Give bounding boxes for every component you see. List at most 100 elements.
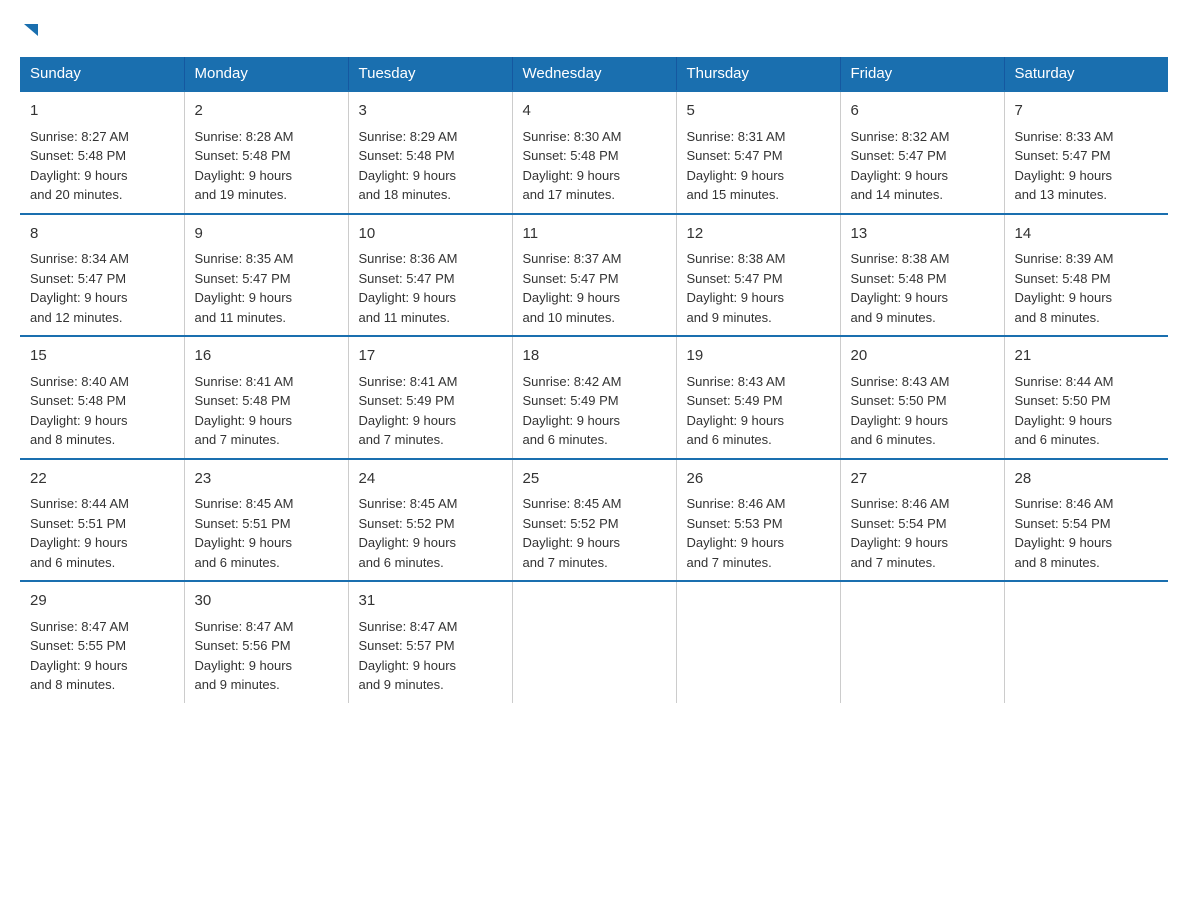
sunset-info: Sunset: 5:48 PM bbox=[30, 146, 174, 166]
daylight-minutes: and 6 minutes. bbox=[523, 430, 666, 450]
sunset-info: Sunset: 5:48 PM bbox=[30, 391, 174, 411]
sunrise-info: Sunrise: 8:46 AM bbox=[1015, 494, 1159, 514]
sunrise-info: Sunrise: 8:44 AM bbox=[30, 494, 174, 514]
daylight-info: Daylight: 9 hours bbox=[687, 288, 830, 308]
day-number: 26 bbox=[687, 468, 830, 491]
calendar-cell: 13Sunrise: 8:38 AMSunset: 5:48 PMDayligh… bbox=[840, 214, 1004, 337]
calendar-cell: 24Sunrise: 8:45 AMSunset: 5:52 PMDayligh… bbox=[348, 459, 512, 582]
calendar-cell: 7Sunrise: 8:33 AMSunset: 5:47 PMDaylight… bbox=[1004, 91, 1168, 214]
sunrise-info: Sunrise: 8:37 AM bbox=[523, 249, 666, 269]
sunrise-info: Sunrise: 8:33 AM bbox=[1015, 127, 1159, 147]
calendar-cell bbox=[840, 581, 1004, 703]
daylight-info: Daylight: 9 hours bbox=[851, 533, 994, 553]
weekday-header-monday: Monday bbox=[184, 57, 348, 91]
day-number: 25 bbox=[523, 468, 666, 491]
daylight-info: Daylight: 9 hours bbox=[195, 656, 338, 676]
calendar-cell: 23Sunrise: 8:45 AMSunset: 5:51 PMDayligh… bbox=[184, 459, 348, 582]
calendar-week-row: 15Sunrise: 8:40 AMSunset: 5:48 PMDayligh… bbox=[20, 336, 1168, 459]
daylight-info: Daylight: 9 hours bbox=[30, 656, 174, 676]
daylight-minutes: and 8 minutes. bbox=[30, 430, 174, 450]
daylight-info: Daylight: 9 hours bbox=[359, 411, 502, 431]
sunrise-info: Sunrise: 8:47 AM bbox=[30, 617, 174, 637]
calendar-cell: 8Sunrise: 8:34 AMSunset: 5:47 PMDaylight… bbox=[20, 214, 184, 337]
calendar-cell: 20Sunrise: 8:43 AMSunset: 5:50 PMDayligh… bbox=[840, 336, 1004, 459]
page-header bbox=[20, 20, 1168, 47]
daylight-info: Daylight: 9 hours bbox=[1015, 288, 1159, 308]
day-number: 4 bbox=[523, 100, 666, 123]
calendar-week-row: 29Sunrise: 8:47 AMSunset: 5:55 PMDayligh… bbox=[20, 581, 1168, 703]
sunrise-info: Sunrise: 8:45 AM bbox=[359, 494, 502, 514]
daylight-minutes: and 6 minutes. bbox=[851, 430, 994, 450]
day-number: 9 bbox=[195, 223, 338, 246]
sunset-info: Sunset: 5:49 PM bbox=[359, 391, 502, 411]
sunrise-info: Sunrise: 8:41 AM bbox=[359, 372, 502, 392]
daylight-minutes: and 7 minutes. bbox=[523, 553, 666, 573]
sunset-info: Sunset: 5:52 PM bbox=[523, 514, 666, 534]
daylight-info: Daylight: 9 hours bbox=[1015, 533, 1159, 553]
day-number: 15 bbox=[30, 345, 174, 368]
sunset-info: Sunset: 5:51 PM bbox=[30, 514, 174, 534]
sunset-info: Sunset: 5:48 PM bbox=[195, 391, 338, 411]
day-number: 1 bbox=[30, 100, 174, 123]
calendar-cell: 3Sunrise: 8:29 AMSunset: 5:48 PMDaylight… bbox=[348, 91, 512, 214]
daylight-info: Daylight: 9 hours bbox=[687, 533, 830, 553]
daylight-info: Daylight: 9 hours bbox=[1015, 166, 1159, 186]
daylight-minutes: and 9 minutes. bbox=[359, 675, 502, 695]
daylight-info: Daylight: 9 hours bbox=[359, 533, 502, 553]
calendar-cell: 10Sunrise: 8:36 AMSunset: 5:47 PMDayligh… bbox=[348, 214, 512, 337]
weekday-header-wednesday: Wednesday bbox=[512, 57, 676, 91]
daylight-minutes: and 8 minutes. bbox=[1015, 553, 1159, 573]
day-number: 10 bbox=[359, 223, 502, 246]
sunrise-info: Sunrise: 8:40 AM bbox=[30, 372, 174, 392]
calendar-cell: 4Sunrise: 8:30 AMSunset: 5:48 PMDaylight… bbox=[512, 91, 676, 214]
sunrise-info: Sunrise: 8:32 AM bbox=[851, 127, 994, 147]
daylight-minutes: and 6 minutes. bbox=[687, 430, 830, 450]
daylight-minutes: and 13 minutes. bbox=[1015, 185, 1159, 205]
daylight-info: Daylight: 9 hours bbox=[195, 166, 338, 186]
daylight-info: Daylight: 9 hours bbox=[523, 166, 666, 186]
day-number: 12 bbox=[687, 223, 830, 246]
daylight-info: Daylight: 9 hours bbox=[1015, 411, 1159, 431]
sunrise-info: Sunrise: 8:46 AM bbox=[851, 494, 994, 514]
daylight-info: Daylight: 9 hours bbox=[523, 411, 666, 431]
sunrise-info: Sunrise: 8:47 AM bbox=[195, 617, 338, 637]
calendar-header-row: SundayMondayTuesdayWednesdayThursdayFrid… bbox=[20, 57, 1168, 91]
sunset-info: Sunset: 5:49 PM bbox=[687, 391, 830, 411]
calendar-cell bbox=[1004, 581, 1168, 703]
sunset-info: Sunset: 5:52 PM bbox=[359, 514, 502, 534]
calendar-cell: 2Sunrise: 8:28 AMSunset: 5:48 PMDaylight… bbox=[184, 91, 348, 214]
daylight-minutes: and 9 minutes. bbox=[195, 675, 338, 695]
calendar-cell: 16Sunrise: 8:41 AMSunset: 5:48 PMDayligh… bbox=[184, 336, 348, 459]
day-number: 2 bbox=[195, 100, 338, 123]
sunrise-info: Sunrise: 8:31 AM bbox=[687, 127, 830, 147]
sunset-info: Sunset: 5:47 PM bbox=[687, 146, 830, 166]
logo bbox=[20, 20, 42, 47]
sunrise-info: Sunrise: 8:47 AM bbox=[359, 617, 502, 637]
daylight-info: Daylight: 9 hours bbox=[523, 288, 666, 308]
daylight-minutes: and 10 minutes. bbox=[523, 308, 666, 328]
daylight-info: Daylight: 9 hours bbox=[687, 166, 830, 186]
sunset-info: Sunset: 5:47 PM bbox=[523, 269, 666, 289]
daylight-minutes: and 6 minutes. bbox=[1015, 430, 1159, 450]
daylight-minutes: and 7 minutes. bbox=[195, 430, 338, 450]
calendar-cell: 5Sunrise: 8:31 AMSunset: 5:47 PMDaylight… bbox=[676, 91, 840, 214]
sunrise-info: Sunrise: 8:27 AM bbox=[30, 127, 174, 147]
calendar-cell: 18Sunrise: 8:42 AMSunset: 5:49 PMDayligh… bbox=[512, 336, 676, 459]
weekday-header-thursday: Thursday bbox=[676, 57, 840, 91]
sunrise-info: Sunrise: 8:29 AM bbox=[359, 127, 502, 147]
daylight-info: Daylight: 9 hours bbox=[687, 411, 830, 431]
sunset-info: Sunset: 5:55 PM bbox=[30, 636, 174, 656]
daylight-minutes: and 12 minutes. bbox=[30, 308, 174, 328]
daylight-info: Daylight: 9 hours bbox=[359, 166, 502, 186]
calendar-cell: 21Sunrise: 8:44 AMSunset: 5:50 PMDayligh… bbox=[1004, 336, 1168, 459]
daylight-minutes: and 17 minutes. bbox=[523, 185, 666, 205]
day-number: 31 bbox=[359, 590, 502, 613]
weekday-header-friday: Friday bbox=[840, 57, 1004, 91]
daylight-minutes: and 14 minutes. bbox=[851, 185, 994, 205]
sunset-info: Sunset: 5:50 PM bbox=[1015, 391, 1159, 411]
sunset-info: Sunset: 5:48 PM bbox=[359, 146, 502, 166]
daylight-minutes: and 20 minutes. bbox=[30, 185, 174, 205]
daylight-minutes: and 7 minutes. bbox=[687, 553, 830, 573]
sunrise-info: Sunrise: 8:36 AM bbox=[359, 249, 502, 269]
sunset-info: Sunset: 5:48 PM bbox=[195, 146, 338, 166]
